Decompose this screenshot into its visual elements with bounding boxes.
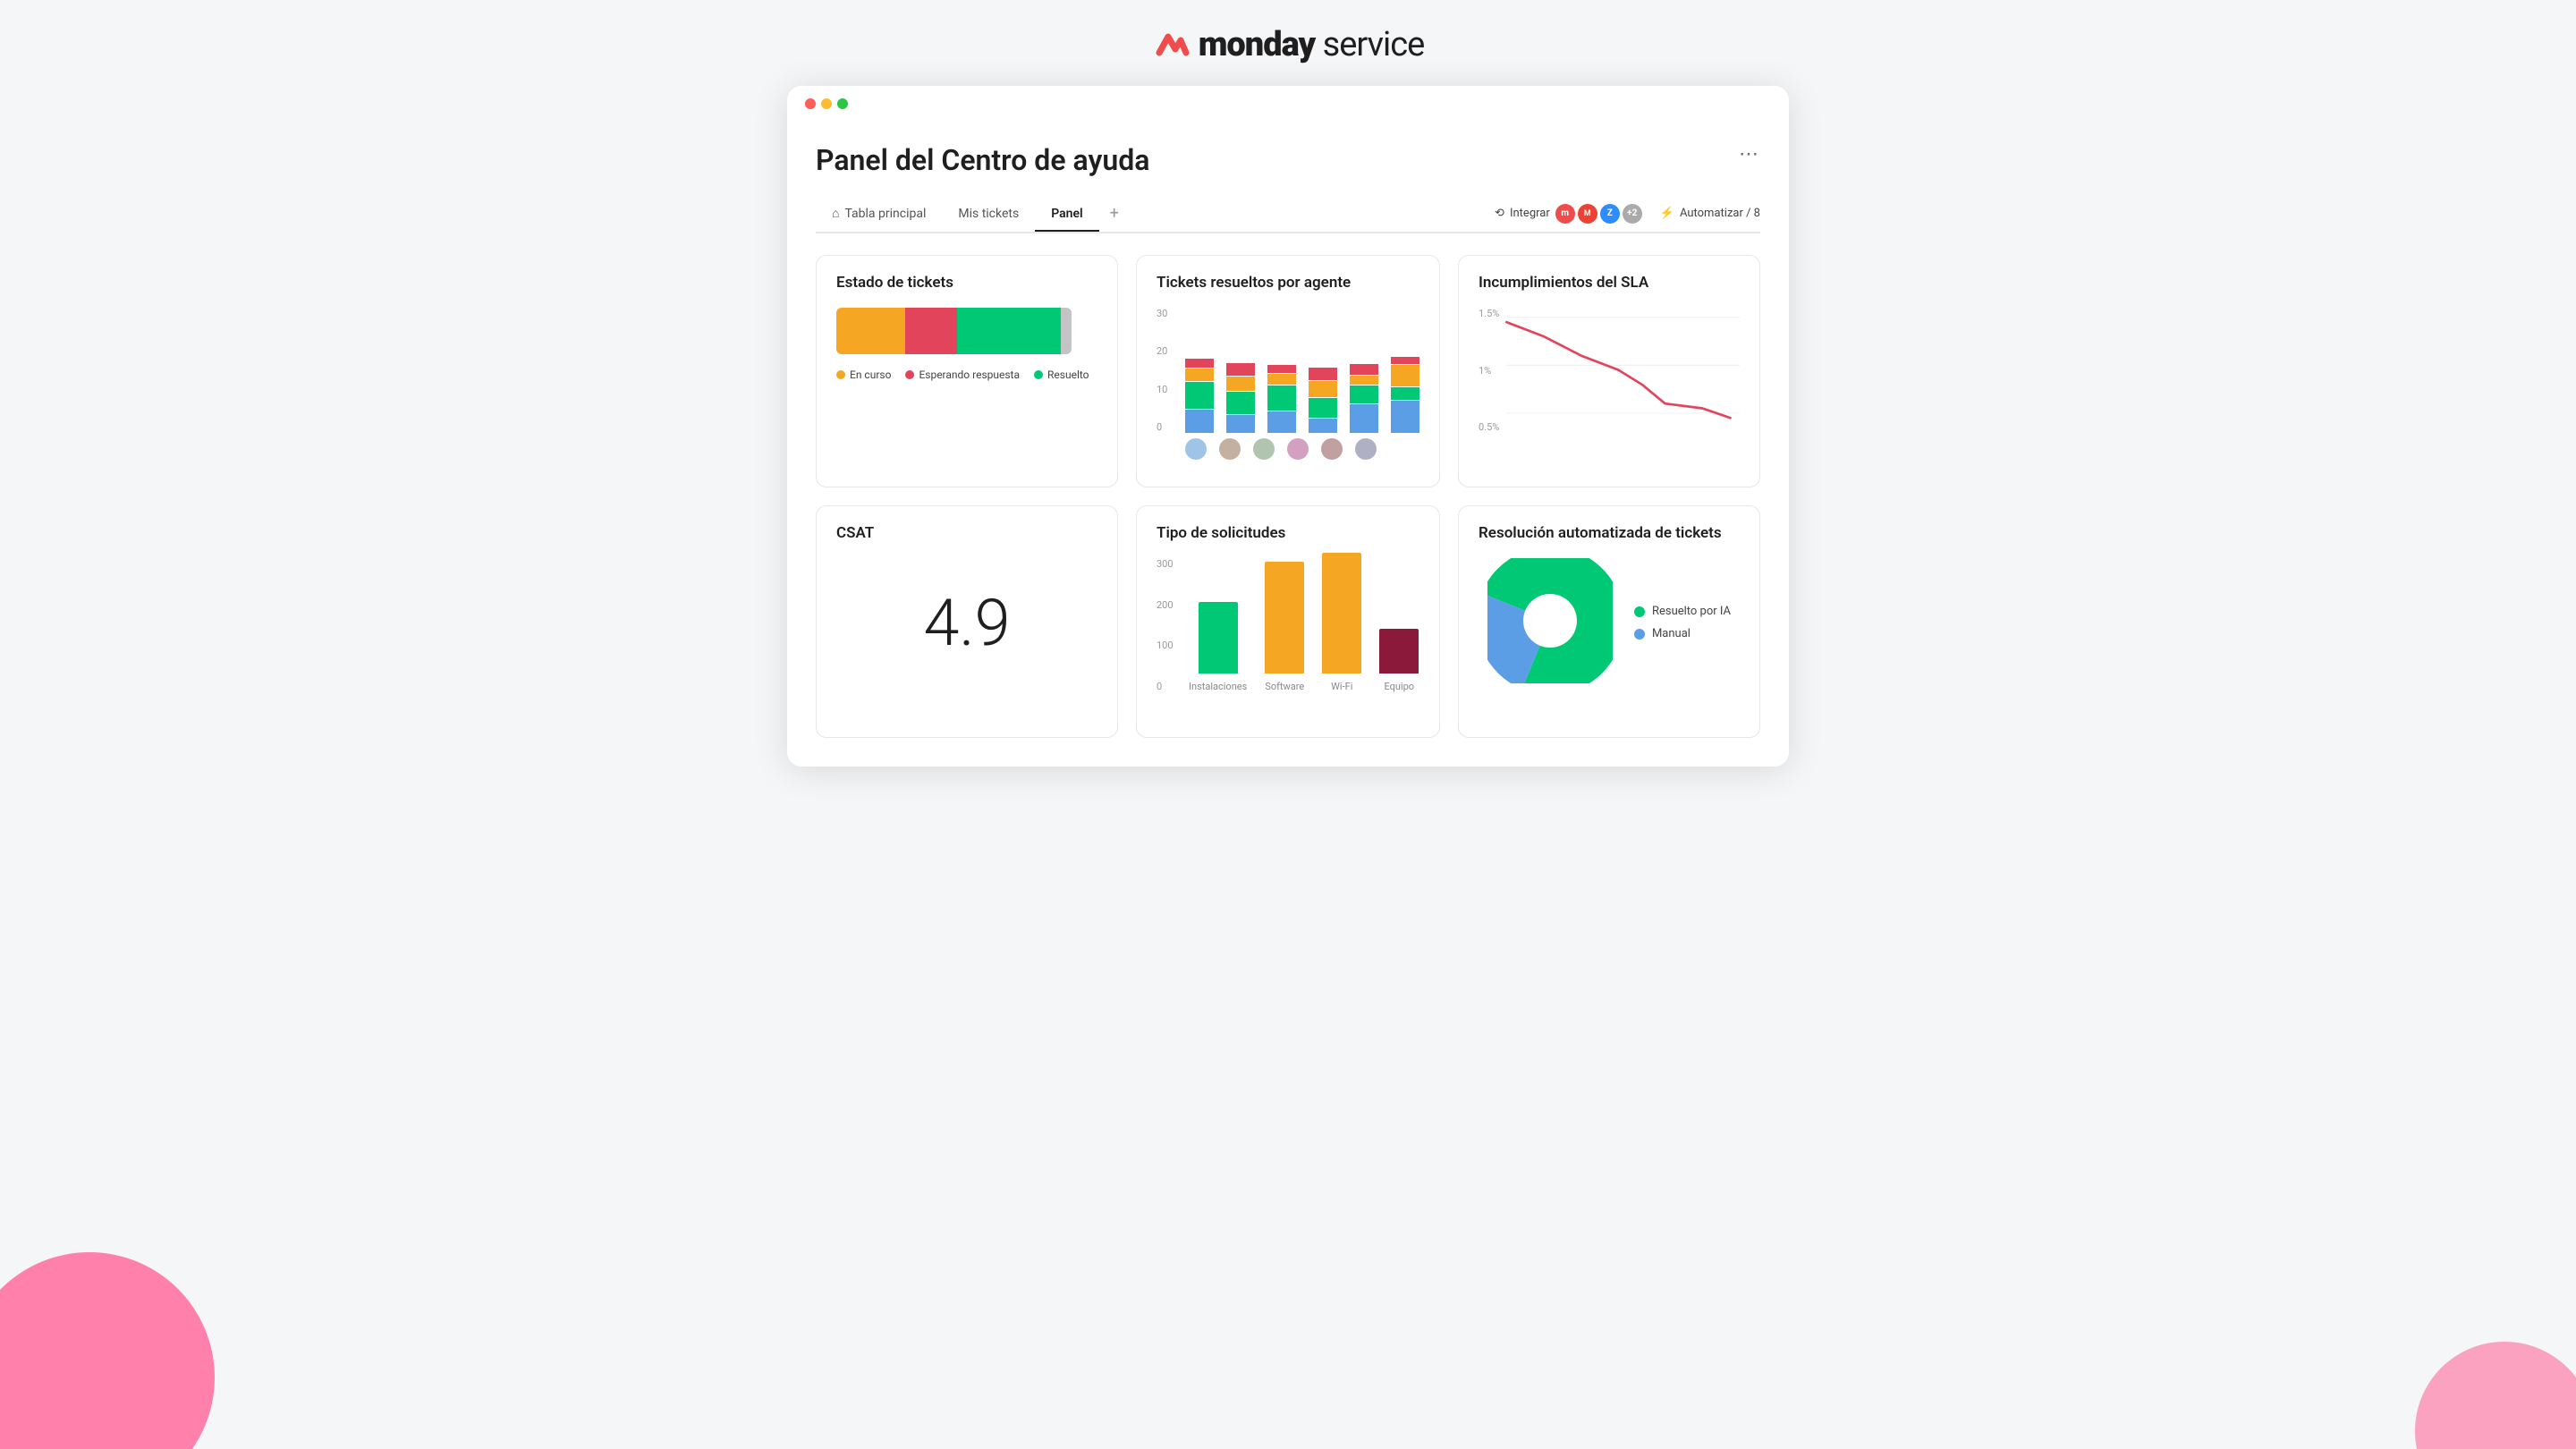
agente-bars: [1157, 308, 1419, 433]
window-chrome: [787, 86, 1789, 122]
bar-group-1: [1185, 359, 1214, 433]
status-bar-container: [836, 308, 1097, 354]
bar-group-6: [1391, 357, 1419, 433]
csat-value: 4.9: [836, 558, 1097, 679]
pie-svg: [1487, 558, 1613, 683]
bar-resuelto: [957, 308, 1061, 354]
deco-shape-left: [0, 1252, 215, 1449]
card-estado-tickets: Estado de tickets En curso: [816, 255, 1118, 487]
bar-group-3: [1267, 365, 1296, 433]
tab-panel[interactable]: Panel: [1035, 198, 1098, 232]
monday-integration-icon: m: [1555, 204, 1575, 224]
avatar-5: [1321, 438, 1343, 460]
card-tickets-agente: Tickets resueltos por agente 30 20 10 0: [1136, 255, 1440, 487]
tipo-y-axis: 300 200 100 0: [1157, 558, 1174, 692]
avatar-3: [1253, 438, 1275, 460]
more-options-button[interactable]: ⋯: [1739, 143, 1760, 165]
tickets-agente-chart: 30 20 10 0: [1157, 308, 1419, 460]
nav-tabs: ⌂ Tabla principal Mis tickets Panel + ⟲ …: [816, 195, 1760, 233]
app-header: monday service: [0, 0, 2576, 86]
dot-en-curso: [836, 370, 845, 379]
integrate-button[interactable]: ⟲ Integrar m M Z +2: [1495, 204, 1642, 224]
main-window: Panel del Centro de ayuda ⋯ ⌂ Tabla prin…: [787, 86, 1789, 767]
panel-header: Panel del Centro de ayuda ⋯: [816, 143, 1760, 177]
window-content: Panel del Centro de ayuda ⋯ ⌂ Tabla prin…: [787, 122, 1789, 767]
dot-manual: [1634, 629, 1645, 640]
tab-tabla-principal[interactable]: ⌂ Tabla principal: [816, 197, 942, 232]
card-csat: CSAT 4.9: [816, 505, 1118, 738]
card-estado-title: Estado de tickets: [836, 274, 1097, 292]
card-agente-title: Tickets resueltos por agente: [1157, 274, 1419, 292]
integrate-icon: ⟲: [1495, 207, 1504, 220]
dot-ia: [1634, 606, 1645, 617]
dot-esperando: [905, 370, 914, 379]
tipo-bar-wifi: Wi-Fi: [1322, 553, 1361, 692]
zoom-integration-icon: Z: [1600, 204, 1620, 224]
window-dot-yellow[interactable]: [821, 98, 832, 109]
bar-group-5: [1350, 364, 1378, 433]
bar-en-curso: [836, 308, 905, 354]
card-sla: Incumplimientos del SLA 1.5% 1% 0.5%: [1458, 255, 1760, 487]
monday-logo-icon: [1152, 26, 1190, 64]
integration-icons: m M Z +2: [1555, 204, 1642, 224]
app-name: monday service: [1199, 25, 1425, 64]
legend-manual: Manual: [1634, 627, 1731, 640]
agente-y-axis: 30 20 10 0: [1157, 308, 1167, 433]
window-dot-green[interactable]: [837, 98, 848, 109]
legend-esperando: Esperando respuesta: [905, 369, 1020, 381]
bar-group-4: [1309, 368, 1337, 433]
card-tipo: Tipo de solicitudes 300 200 100 0 Instal…: [1136, 505, 1440, 738]
card-resolucion-title: Resolución automatizada de tickets: [1479, 524, 1740, 542]
sla-line-svg: [1479, 308, 1740, 442]
pie-legend: Resuelto por IA Manual: [1634, 605, 1731, 640]
window-dot-red[interactable]: [805, 98, 816, 109]
automate-icon: ⚡: [1660, 207, 1674, 220]
legend-ia: Resuelto por IA: [1634, 605, 1731, 618]
tab-mis-tickets[interactable]: Mis tickets: [942, 198, 1035, 232]
tipo-bars: Instalaciones Software Wi-Fi Equipo: [1157, 558, 1419, 692]
page-title: Panel del Centro de ayuda: [816, 143, 1149, 177]
sla-chart: 1.5% 1% 0.5%: [1479, 308, 1740, 442]
avatar-1: [1185, 438, 1207, 460]
avatar-4: [1287, 438, 1309, 460]
pie-area: Resuelto por IA Manual: [1479, 558, 1740, 687]
add-tab-button[interactable]: +: [1099, 195, 1130, 232]
status-legend: En curso Esperando respuesta Resuelto: [836, 369, 1097, 381]
pie-chart: [1487, 558, 1613, 687]
tipo-bar-instalaciones: Instalaciones: [1189, 602, 1247, 692]
tipo-bar-equipo: Equipo: [1379, 629, 1419, 692]
avatar-2: [1219, 438, 1241, 460]
legend-resuelto: Resuelto: [1034, 369, 1089, 381]
tipo-chart: 300 200 100 0 Instalaciones Software: [1157, 558, 1419, 719]
avatar-6: [1355, 438, 1377, 460]
more-integrations-icon: +2: [1623, 204, 1642, 224]
logo: monday service: [1152, 25, 1425, 64]
legend-en-curso: En curso: [836, 369, 891, 381]
home-icon: ⌂: [832, 206, 839, 221]
nav-actions: ⟲ Integrar m M Z +2 ⚡ Automatizar / 8: [1495, 204, 1760, 224]
dot-resuelto: [1034, 370, 1043, 379]
card-sla-title: Incumplimientos del SLA: [1479, 274, 1740, 292]
dashboard-grid: Estado de tickets En curso: [816, 255, 1760, 738]
card-resolucion: Resolución automatizada de tickets: [1458, 505, 1760, 738]
automate-button[interactable]: ⚡ Automatizar / 8: [1660, 207, 1760, 220]
avatar-row: [1157, 438, 1419, 460]
bar-other: [1061, 308, 1072, 354]
card-tipo-title: Tipo de solicitudes: [1157, 524, 1419, 542]
gmail-integration-icon: M: [1578, 204, 1597, 224]
sla-y-axis: 1.5% 1% 0.5%: [1479, 308, 1499, 433]
card-csat-title: CSAT: [836, 524, 1097, 542]
bar-group-2: [1226, 363, 1255, 433]
tipo-bar-software: Software: [1265, 562, 1304, 692]
bar-esperando: [905, 308, 957, 354]
status-bar: [836, 308, 1072, 354]
deco-shape-right: [2415, 1342, 2576, 1449]
